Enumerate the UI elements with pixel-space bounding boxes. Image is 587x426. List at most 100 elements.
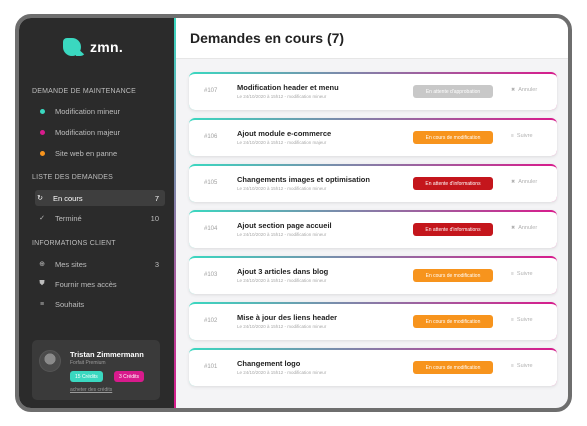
request-title: Changement logo xyxy=(237,359,301,368)
sidebar-item-label: Modification majeur xyxy=(55,127,121,137)
request-action-button[interactable]: ✖ Annuler xyxy=(511,225,537,231)
dot-icon xyxy=(37,150,47,156)
request-action-button[interactable]: ✖ Annuler xyxy=(511,179,537,185)
list-icon: ≡ xyxy=(511,317,514,323)
request-id: #105 xyxy=(204,180,218,186)
status-badge: En attente d'informations xyxy=(413,223,493,236)
sidebar-item-label: Mes sites xyxy=(55,259,87,269)
user-name: Tristan Zimmermann xyxy=(70,350,144,359)
app-frame: zmn. DEMANDE DE MAINTENANCE Modification… xyxy=(15,14,572,412)
status-badge: En attente d'approbation xyxy=(413,85,493,98)
request-title: Modification header et menu xyxy=(237,83,339,92)
avatar[interactable] xyxy=(39,350,61,372)
request-action-label: Suivre xyxy=(516,271,533,277)
dot-icon xyxy=(37,129,47,135)
request-card[interactable]: #107 Modification header et menu Le 24/10/… xyxy=(189,72,557,110)
request-action-label: Suivre xyxy=(516,133,533,139)
request-card[interactable]: #105 Changements images et optimisation Le… xyxy=(189,164,557,202)
credit-badge-minor: 15 Crédits xyxy=(70,371,103,382)
section-title-requests: LISTE DES DEMANDES xyxy=(32,174,114,181)
spinner-icon: ↻ xyxy=(37,195,43,202)
main-content: Demandes en cours (7) #107 Modification h… xyxy=(176,18,568,408)
request-action-button[interactable]: ✖ Annuler xyxy=(511,87,537,93)
request-card[interactable]: #102 Mise à jour des liens header Le 24/10… xyxy=(189,302,557,340)
logo-icon xyxy=(63,38,81,56)
request-action-label: Annuler xyxy=(518,87,538,93)
request-meta: Le 24/10/2020 à 15h12 - modification min… xyxy=(237,186,327,191)
sidebar-item-label: Fournir mes accès xyxy=(55,279,117,289)
request-action-label: Annuler xyxy=(518,179,538,185)
sidebar-item-count: 10 xyxy=(150,213,159,223)
request-action-label: Annuler xyxy=(518,225,538,231)
request-title: Ajout section page accueil xyxy=(237,221,332,230)
list-icon: ≡ xyxy=(511,271,514,277)
request-id: #103 xyxy=(204,272,218,278)
status-badge: En cours de modification xyxy=(413,361,493,374)
request-meta: Le 24/10/2020 à 15h12 - modification min… xyxy=(237,94,327,99)
request-action-button[interactable]: ≡ Suivre xyxy=(511,133,533,139)
sidebar-item-requests[interactable]: ✓ Terminé 10 xyxy=(37,210,165,226)
request-id: #106 xyxy=(204,134,218,140)
sidebar-item-client[interactable]: ⛊ Fournir mes accès xyxy=(37,276,165,292)
status-badge: En cours de modification xyxy=(413,315,493,328)
logo-text: zmn. xyxy=(90,39,124,55)
sidebar: zmn. DEMANDE DE MAINTENANCE Modification… xyxy=(19,18,174,408)
request-action-button[interactable]: ≡ Suivre xyxy=(511,317,533,323)
logo[interactable]: zmn. xyxy=(63,38,123,56)
request-id: #101 xyxy=(204,364,218,370)
request-meta: Le 24/10/2020 à 15h12 - modification min… xyxy=(237,278,327,283)
sidebar-item-label: Terminé xyxy=(55,213,82,223)
sidebar-item-label: Modification mineur xyxy=(55,106,121,116)
sidebar-item-client[interactable]: ⊕ Mes sites 3 xyxy=(37,256,165,272)
shield-icon: ⛊ xyxy=(39,280,45,287)
request-title: Changements images et optimisation xyxy=(237,175,370,184)
request-id: #104 xyxy=(204,226,218,232)
request-id: #102 xyxy=(204,318,218,324)
request-meta: Le 24/10/2020 à 15h12 - modification min… xyxy=(237,324,327,329)
request-action-label: Suivre xyxy=(516,317,533,323)
request-card[interactable]: #106 Ajout module e-commerce Le 24/10/2020… xyxy=(189,118,557,156)
globe-icon: ⊕ xyxy=(39,261,45,268)
list-icon: ≡ xyxy=(511,363,514,369)
request-card[interactable]: #103 Ajout 3 articles dans blog Le 24/10/2… xyxy=(189,256,557,294)
list-icon: ≡ xyxy=(511,133,514,139)
request-title: Ajout 3 articles dans blog xyxy=(237,267,329,276)
sidebar-item-maintenance[interactable]: Modification majeur xyxy=(37,124,165,140)
request-title: Ajout module e-commerce xyxy=(237,129,332,138)
user-card: Tristan Zimmermann Forfait Premium 15 Cr… xyxy=(32,340,160,400)
sidebar-item-label: Souhaits xyxy=(55,299,85,309)
page-title: Demandes en cours (7) xyxy=(190,30,345,46)
request-action-button[interactable]: ≡ Suivre xyxy=(511,271,533,277)
trash-icon: ✖ xyxy=(511,87,516,93)
request-action-label: Suivre xyxy=(516,363,533,369)
request-meta: Le 24/10/2020 à 15h12 - modification min… xyxy=(237,370,327,375)
section-title-maintenance: DEMANDE DE MAINTENANCE xyxy=(32,88,136,95)
buy-credits-link[interactable]: acheter des crédits xyxy=(70,387,112,393)
sidebar-item-label: Site web en panne xyxy=(55,148,118,158)
request-meta: Le 24/10/2020 à 15h12 - modification maj… xyxy=(237,140,327,145)
request-action-button[interactable]: ≡ Suivre xyxy=(511,363,533,369)
sidebar-item-requests[interactable]: ↻ En cours 7 xyxy=(35,190,165,206)
sidebar-item-maintenance[interactable]: Site web en panne xyxy=(37,145,165,161)
request-card[interactable]: #104 Ajout section page accueil Le 24/10/2… xyxy=(189,210,557,248)
dot-icon xyxy=(37,108,47,114)
status-badge: En cours de modification xyxy=(413,269,493,282)
sidebar-item-maintenance[interactable]: Modification mineur xyxy=(37,103,165,119)
request-meta: Le 24/10/2020 à 15h12 - modification min… xyxy=(237,232,327,237)
user-plan: Forfait Premium xyxy=(70,360,106,366)
status-badge: En cours de modification xyxy=(413,131,493,144)
status-badge: En attente d'informations xyxy=(413,177,493,190)
sidebar-item-client[interactable]: ≡ Souhaits xyxy=(37,296,165,312)
sidebar-item-count: 7 xyxy=(154,193,159,203)
request-title: Mise à jour des liens header xyxy=(237,313,338,322)
header: Demandes en cours (7) xyxy=(176,18,568,59)
sidebar-item-label: En cours xyxy=(53,193,83,203)
trash-icon: ✖ xyxy=(511,179,516,185)
request-card[interactable]: #101 Changement logo Le 24/10/2020 à 15h12… xyxy=(189,348,557,386)
request-id: #107 xyxy=(204,88,218,94)
check-circle-icon: ✓ xyxy=(39,215,45,222)
credit-badge-major: 3 Crédits xyxy=(114,371,145,382)
sidebar-item-count: 3 xyxy=(154,259,159,269)
section-title-client: INFORMATIONS CLIENT xyxy=(32,240,116,247)
trash-icon: ✖ xyxy=(511,225,516,231)
